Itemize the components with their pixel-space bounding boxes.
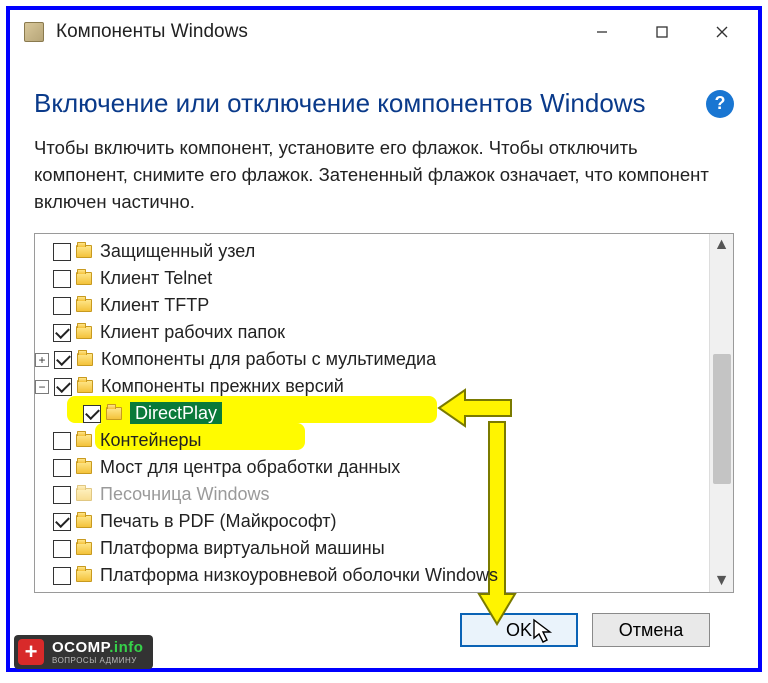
tree-item-label: Компоненты прежних версий <box>101 376 344 397</box>
checkbox[interactable] <box>53 297 71 315</box>
help-icon[interactable]: ? <box>706 90 734 118</box>
scroll-down-icon[interactable]: ▼ <box>710 570 733 592</box>
tree-item-label: Компоненты для работы с мультимедиа <box>101 349 436 370</box>
checkbox[interactable] <box>53 243 71 261</box>
tree-item[interactable]: Песочница Windows <box>35 481 709 508</box>
tree-item[interactable]: Мост для центра обработки данных <box>35 454 709 481</box>
checkbox[interactable] <box>53 270 71 288</box>
watermark-sub: ВОПРОСЫ АДМИНУ <box>52 656 143 665</box>
tree-item[interactable]: Защищенный узел <box>35 238 709 265</box>
scroll-up-icon[interactable]: ▲ <box>710 234 733 256</box>
tree-item-label: Защищенный узел <box>100 241 255 262</box>
tree-item[interactable]: Клиент рабочих папок <box>35 319 709 346</box>
folder-icon <box>76 245 92 258</box>
ok-button[interactable]: OK <box>460 613 578 647</box>
folder-icon <box>76 488 92 501</box>
folder-icon <box>76 461 92 474</box>
titlebar[interactable]: Компоненты Windows <box>10 10 758 54</box>
checkbox[interactable] <box>53 513 71 531</box>
checkbox[interactable] <box>53 432 71 450</box>
folder-icon <box>76 542 92 555</box>
tree-item[interactable]: − Компоненты прежних версий <box>35 373 709 400</box>
cancel-button[interactable]: Отмена <box>592 613 710 647</box>
tree-item[interactable]: Клиент TFTP <box>35 292 709 319</box>
tree-item-label: Клиент TFTP <box>100 295 209 316</box>
feature-tree: Защищенный узел Клиент Telnet Клиент TFTP К… <box>34 233 734 593</box>
tree-item-label: Мост для центра обработки данных <box>100 457 400 478</box>
tree-item-label: Клиент рабочих папок <box>100 322 285 343</box>
checkbox[interactable] <box>53 486 71 504</box>
tree-item[interactable]: Клиент Telnet <box>35 265 709 292</box>
tree-item[interactable]: + Компоненты для работы с мультимедиа <box>35 346 709 373</box>
tree-item-label: Печать в PDF (Майкрософт) <box>100 511 337 532</box>
watermark-suffix: .info <box>109 639 143 656</box>
folder-icon <box>106 407 122 420</box>
close-button[interactable] <box>692 12 752 52</box>
tree-item-label: Песочница Windows <box>100 484 269 505</box>
tree-item-label: DirectPlay <box>130 403 222 424</box>
maximize-button[interactable] <box>632 12 692 52</box>
tree-item[interactable]: Печать в PDF (Майкрософт) <box>35 508 709 535</box>
collapse-icon[interactable]: − <box>35 380 49 394</box>
folder-icon <box>76 272 92 285</box>
window-frame: Компоненты Windows Включение или отключе… <box>6 6 762 672</box>
folder-icon <box>76 434 92 447</box>
tree-item[interactable]: DirectPlay <box>35 400 709 427</box>
tree-item-label: Платформа низкоуровневой оболочки Window… <box>100 565 498 586</box>
expand-icon[interactable]: + <box>35 353 49 367</box>
tree-item[interactable]: Платформа виртуальной машины <box>35 535 709 562</box>
app-icon <box>24 22 44 42</box>
checkbox[interactable] <box>53 540 71 558</box>
checkbox[interactable] <box>54 351 72 369</box>
watermark: + OCOMP.info ВОПРОСЫ АДМИНУ <box>14 635 153 669</box>
tree-item-label: Клиент Telnet <box>100 268 212 289</box>
folder-icon <box>76 515 92 528</box>
tree-item[interactable]: Контейнеры <box>35 427 709 454</box>
watermark-plus-icon: + <box>18 639 44 665</box>
window-title: Компоненты Windows <box>56 21 248 43</box>
folder-icon <box>77 353 93 366</box>
scrollbar[interactable]: ▲ ▼ <box>709 234 733 592</box>
instruction-text: Чтобы включить компонент, установите его… <box>34 135 734 215</box>
checkbox[interactable] <box>83 405 101 423</box>
watermark-brand: OCOMP <box>52 639 109 656</box>
folder-icon <box>76 299 92 312</box>
page-heading: Включение или отключение компонентов Win… <box>34 88 734 119</box>
folder-icon <box>76 569 92 582</box>
scrollbar-thumb[interactable] <box>713 354 731 484</box>
folder-icon <box>77 380 93 393</box>
folder-icon <box>76 326 92 339</box>
checkbox[interactable] <box>54 378 72 396</box>
heading-text: Включение или отключение компонентов Win… <box>34 88 646 119</box>
checkbox[interactable] <box>53 324 71 342</box>
tree-item[interactable]: Платформа низкоуровневой оболочки Window… <box>35 562 709 589</box>
checkbox[interactable] <box>53 459 71 477</box>
minimize-button[interactable] <box>572 12 632 52</box>
tree-item-label: Платформа виртуальной машины <box>100 538 385 559</box>
checkbox[interactable] <box>53 567 71 585</box>
tree-item-label: Контейнеры <box>100 430 201 451</box>
